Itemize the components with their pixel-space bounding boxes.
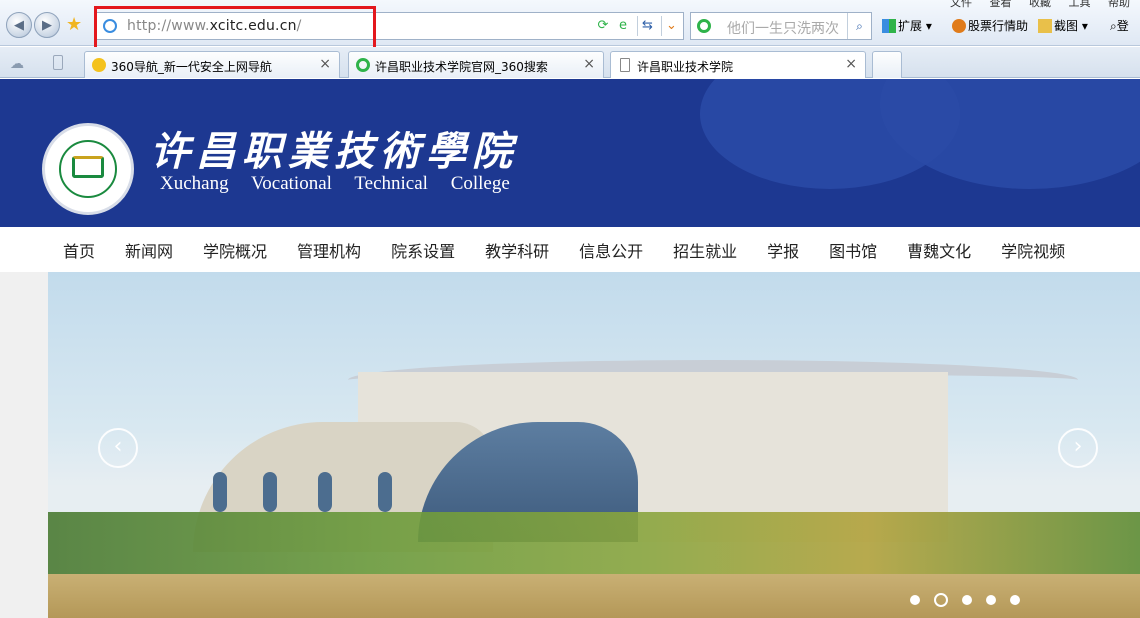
new-tab-button[interactable] (872, 51, 902, 78)
cloud-icon[interactable]: ☁ (10, 56, 24, 72)
college-name-cn: 许昌职業技術學院 (150, 128, 518, 175)
hero-margin (0, 272, 48, 618)
tab-360-search[interactable]: 许昌职业技术学院官网_360搜索 × (348, 51, 604, 78)
forward-arrow-icon: ▶ (42, 17, 52, 33)
en-word: Xuchang (160, 173, 229, 194)
site-header: 许昌职業技術學院 Xuchang Vocational Technical Co… (0, 79, 1140, 227)
hero-slider[interactable]: ‹ › (48, 272, 1140, 618)
slider-dot[interactable] (910, 595, 920, 605)
slider-dot[interactable] (962, 595, 972, 605)
menu-help[interactable]: 帮助 (1108, 0, 1130, 9)
search-engine-icon[interactable] (697, 19, 711, 33)
browser-toolbar: 文件 查看 收藏 工具 帮助 ◀ ▶ ★ http://www.xcitc.ed… (0, 0, 1140, 52)
tab-label: 360导航_新一代安全上网导航 (111, 60, 272, 74)
nav-admissions[interactable]: 招生就业 (673, 238, 737, 262)
college-logo[interactable] (42, 123, 134, 215)
ie-mode-icon[interactable]: e (613, 16, 633, 36)
menu-view[interactable]: 查看 (990, 0, 1012, 9)
menu-strip: 文件 查看 收藏 工具 帮助 (936, 0, 1130, 9)
book-icon (72, 156, 104, 178)
close-tab-icon[interactable]: × (583, 56, 595, 72)
360-search-favicon-icon (356, 58, 370, 72)
search-icon[interactable]: ⌕ (847, 13, 871, 39)
building-window (213, 472, 227, 512)
forward-button[interactable]: ▶ (34, 12, 60, 38)
slider-dot[interactable] (934, 593, 948, 607)
menu-favorites[interactable]: 收藏 (1029, 0, 1051, 9)
tab-label: 许昌职业技术学院 (637, 60, 734, 74)
nav-videos[interactable]: 学院视频 (1001, 238, 1065, 262)
compat-switch-icon[interactable]: ⇆ (637, 16, 657, 36)
favorites-star-icon[interactable]: ★ (66, 14, 82, 35)
tab-strip: ☁ 360导航_新一代安全上网导航 × 许昌职业技术学院官网_360搜索 × 许… (0, 47, 1140, 78)
phone-icon[interactable] (53, 55, 63, 70)
nav-journal[interactable]: 学报 (767, 238, 799, 262)
360-favicon-icon (92, 58, 106, 72)
nav-news[interactable]: 新闻网 (125, 238, 173, 262)
extend-icon (882, 19, 896, 33)
nav-library[interactable]: 图书馆 (829, 238, 877, 262)
address-dropdown-icon[interactable]: ⌄ (661, 16, 681, 36)
stock-icon (952, 19, 966, 33)
tree-line (48, 512, 1140, 582)
login-search-icon: ⌕ (1110, 19, 1117, 33)
en-word: College (450, 173, 510, 194)
close-tab-icon[interactable]: × (319, 56, 331, 72)
building-window (318, 472, 332, 512)
nav-home[interactable]: 首页 (63, 238, 95, 262)
nav-departments[interactable]: 院系设置 (391, 238, 455, 262)
nav-caowei-culture[interactable]: 曹魏文化 (907, 238, 971, 262)
menu-tools[interactable]: 工具 (1069, 0, 1091, 9)
screenshot-button[interactable]: 截图 ▾ (1038, 17, 1088, 34)
page-favicon-icon (620, 58, 630, 72)
nav-info-disclosure[interactable]: 信息公开 (579, 238, 643, 262)
slider-dot[interactable] (986, 595, 996, 605)
en-word: Technical (354, 173, 428, 194)
college-name-en: Xuchang Vocational Technical College (160, 173, 528, 195)
back-arrow-icon: ◀ (14, 17, 24, 33)
stock-button[interactable]: 股票行情助 (952, 17, 1028, 34)
nav-administration[interactable]: 管理机构 (297, 238, 361, 262)
close-tab-icon[interactable]: × (845, 56, 857, 72)
building-window (263, 472, 277, 512)
nav-overview[interactable]: 学院概况 (203, 238, 267, 262)
tab-xcitc[interactable]: 许昌职业技术学院 × (610, 51, 866, 78)
address-highlight-box (94, 6, 376, 52)
tab-label: 许昌职业技术学院官网_360搜索 (375, 60, 548, 74)
back-button[interactable]: ◀ (6, 12, 32, 38)
nav-teaching-research[interactable]: 教学科研 (485, 238, 549, 262)
extend-button[interactable]: 扩展 ▾ (882, 17, 932, 34)
login-button[interactable]: ⌕登 (1110, 17, 1129, 34)
refresh-security-icon[interactable]: ⟳ (593, 16, 613, 36)
header-decoration (880, 79, 1140, 189)
tab-360-navigation[interactable]: 360导航_新一代安全上网导航 × (84, 51, 340, 78)
menu-file[interactable]: 文件 (950, 0, 972, 9)
slider-prev-icon[interactable]: ‹ (98, 428, 138, 468)
slider-dots (910, 593, 1034, 607)
slider-next-icon[interactable]: › (1058, 428, 1098, 468)
search-box[interactable]: 他们一生只洗两次 ⌕ (690, 12, 872, 40)
slider-dot[interactable] (1010, 595, 1020, 605)
en-word: Vocational (251, 173, 332, 194)
scissors-icon (1038, 19, 1052, 33)
search-input[interactable]: 他们一生只洗两次 (727, 18, 849, 38)
main-nav: 首页 新闻网 学院概况 管理机构 院系设置 教学科研 信息公开 招生就业 学报 … (0, 227, 1140, 272)
logo-inner (59, 140, 117, 198)
building-window (378, 472, 392, 512)
